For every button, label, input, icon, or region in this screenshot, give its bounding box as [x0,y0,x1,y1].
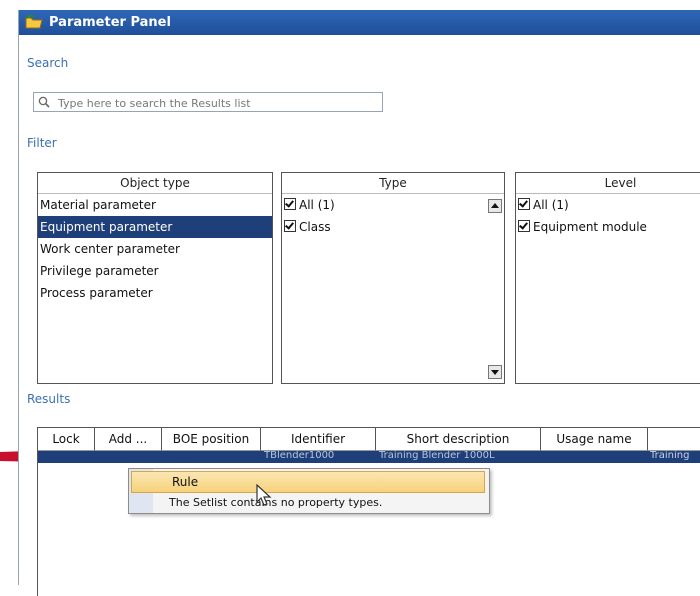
object-type-list[interactable]: Object type Material parameter Equipment… [37,172,273,384]
type-list[interactable]: Type All (1) Class [281,172,505,384]
title-bar: Parameter Panel [19,10,700,35]
level-item-label: Equipment module [533,220,647,234]
context-menu: Rule The Setlist contains no property ty… [128,468,490,514]
table-row[interactable]: TBlender1000 Training Blender 1000L Trai… [38,450,700,463]
object-type-item[interactable]: Privilege parameter [38,260,272,282]
folder-icon [25,15,43,29]
level-item-equipment-module[interactable]: Equipment module [516,216,700,238]
column-header-add[interactable]: Add ... [95,428,162,451]
object-type-item[interactable]: Process parameter [38,282,272,304]
column-header-lock[interactable]: Lock [38,428,95,451]
search-icon [38,96,50,108]
scroll-down-button[interactable] [488,365,502,379]
checkbox-checked[interactable] [518,198,530,210]
context-menu-item-rule[interactable]: Rule [131,471,485,493]
row-identifier: TBlender1000 [264,450,335,461]
window-title: Parameter Panel [49,15,171,30]
checkbox-checked[interactable] [284,198,296,210]
level-item-label: All (1) [533,198,569,212]
checkbox-checked[interactable] [518,220,530,232]
column-header-boe-position[interactable]: BOE position [162,428,261,451]
level-list[interactable]: Level All (1) Equipment module [515,172,700,384]
level-header: Level [516,173,700,194]
filter-section-label: Filter [27,136,57,150]
column-header-identifier[interactable]: Identifier [261,428,376,451]
type-item-label: All (1) [299,198,335,212]
object-type-item[interactable]: Work center parameter [38,238,272,260]
type-item-label: Class [299,220,331,234]
scroll-up-button[interactable] [488,199,502,213]
checkbox-checked[interactable] [284,220,296,232]
search-input[interactable] [56,94,380,112]
mouse-pointer-icon [256,484,272,506]
object-type-item[interactable]: Material parameter [38,194,272,216]
column-header-short-description[interactable]: Short description [376,428,541,451]
row-last-cell: Training [650,450,690,461]
search-box[interactable] [33,92,383,112]
object-type-item-selected[interactable]: Equipment parameter [38,216,272,238]
object-type-header: Object type [38,173,272,194]
column-header-usage-name[interactable]: Usage name [541,428,648,451]
type-item-class[interactable]: Class [282,216,504,238]
search-section-label: Search [27,56,69,70]
results-section-label: Results [27,392,71,406]
level-item-all[interactable]: All (1) [516,194,700,216]
row-short-description: Training Blender 1000L [379,450,495,461]
type-item-all[interactable]: All (1) [282,194,504,216]
column-header-extra[interactable] [648,428,700,451]
type-header: Type [282,173,504,194]
